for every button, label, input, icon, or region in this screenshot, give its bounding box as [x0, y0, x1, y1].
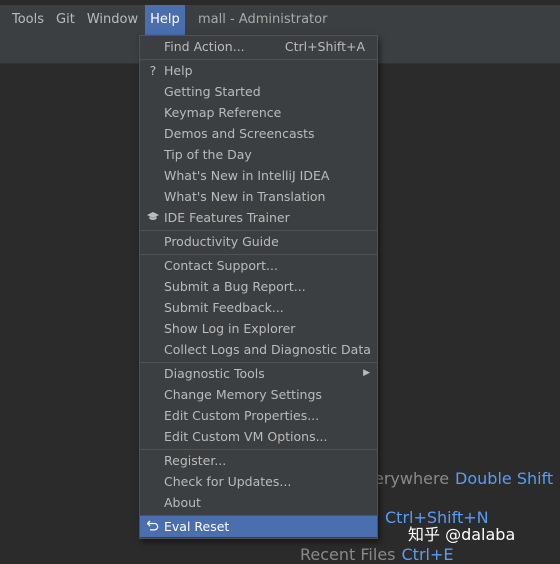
menu-whats-new-translation[interactable]: What's New in Translation: [140, 186, 377, 207]
watermark: 知乎 @dalaba: [408, 525, 516, 544]
undo-icon: [146, 516, 160, 537]
menu-help-item[interactable]: ? Help: [140, 60, 377, 81]
menu-item-label: Change Memory Settings: [164, 387, 322, 402]
menu-item-label: Help: [164, 63, 193, 78]
menu-diagnostic-tools[interactable]: Diagnostic Tools ▶: [140, 363, 377, 384]
search-everywhere-hint: erywhere Double Shift: [374, 469, 553, 488]
find-action-label: Find Action...: [164, 39, 245, 54]
menu-find-action[interactable]: Find Action... Ctrl+Shift+A: [140, 36, 377, 57]
menu-about[interactable]: About: [140, 492, 377, 513]
menu-change-memory-settings[interactable]: Change Memory Settings: [140, 384, 377, 405]
menu-item-label: Register...: [164, 453, 227, 468]
menu-submit-feedback[interactable]: Submit Feedback...: [140, 297, 377, 318]
menu-collect-logs[interactable]: Collect Logs and Diagnostic Data: [140, 339, 377, 360]
menu-ide-features-trainer[interactable]: IDE Features Trainer: [140, 207, 377, 228]
menu-keymap-reference[interactable]: Keymap Reference: [140, 102, 377, 123]
menu-window[interactable]: Window: [82, 5, 143, 35]
menu-check-for-updates[interactable]: Check for Updates...: [140, 471, 377, 492]
menu-item-label: Diagnostic Tools: [164, 366, 265, 381]
menu-item-label: Submit Feedback...: [164, 300, 284, 315]
menu-help[interactable]: Help: [145, 5, 185, 35]
window-title: mall - Administrator: [198, 12, 328, 27]
help-menu-dropdown: Find Action... Ctrl+Shift+A ? Help Getti…: [139, 35, 378, 539]
menu-show-log-explorer[interactable]: Show Log in Explorer: [140, 318, 377, 339]
menu-productivity-guide[interactable]: Productivity Guide: [140, 231, 377, 252]
menu-item-label: IDE Features Trainer: [164, 210, 290, 225]
menu-contact-support[interactable]: Contact Support...: [140, 255, 377, 276]
menu-item-label: Contact Support...: [164, 258, 278, 273]
menu-item-label: Submit a Bug Report...: [164, 279, 306, 294]
menu-item-label: Edit Custom Properties...: [164, 408, 320, 423]
menu-tip-of-day[interactable]: Tip of the Day: [140, 144, 377, 165]
menu-getting-started[interactable]: Getting Started: [140, 81, 377, 102]
menu-item-label: Check for Updates...: [164, 474, 292, 489]
search-everywhere-shortcut: Double Shift: [455, 469, 554, 488]
menu-item-label: What's New in IntelliJ IDEA: [164, 168, 330, 183]
menu-item-label: Keymap Reference: [164, 105, 282, 120]
submenu-arrow-icon: ▶: [363, 368, 370, 378]
menu-item-label: About: [164, 495, 201, 510]
search-everywhere-label: erywhere: [374, 469, 450, 488]
menu-item-label: Tip of the Day: [164, 147, 252, 162]
menu-item-label: Eval Reset: [164, 519, 230, 534]
menu-tools[interactable]: Tools: [7, 5, 49, 35]
menu-git[interactable]: Git: [51, 5, 80, 35]
question-icon: ?: [149, 63, 157, 78]
menu-item-label: What's New in Translation: [164, 189, 326, 204]
menubar: Tools Git Window Help: [0, 5, 185, 35]
menu-item-label: Productivity Guide: [164, 234, 279, 249]
menu-item-label: Collect Logs and Diagnostic Data: [164, 342, 371, 357]
menu-register[interactable]: Register...: [140, 450, 377, 471]
menu-edit-custom-properties[interactable]: Edit Custom Properties...: [140, 405, 377, 426]
graduation-cap-icon: [146, 207, 160, 228]
menu-submit-bug-report[interactable]: Submit a Bug Report...: [140, 276, 377, 297]
menu-item-label: Show Log in Explorer: [164, 321, 296, 336]
menu-edit-custom-vm-options[interactable]: Edit Custom VM Options...: [140, 426, 377, 447]
menu-item-label: Getting Started: [164, 84, 261, 99]
menu-demos-screencasts[interactable]: Demos and Screencasts: [140, 123, 377, 144]
find-action-shortcut: Ctrl+Shift+A: [284, 39, 365, 54]
menu-item-label: Edit Custom VM Options...: [164, 429, 328, 444]
menu-whats-new-idea[interactable]: What's New in IntelliJ IDEA: [140, 165, 377, 186]
menu-eval-reset[interactable]: Eval Reset: [140, 516, 377, 537]
menu-item-label: Demos and Screencasts: [164, 126, 315, 141]
